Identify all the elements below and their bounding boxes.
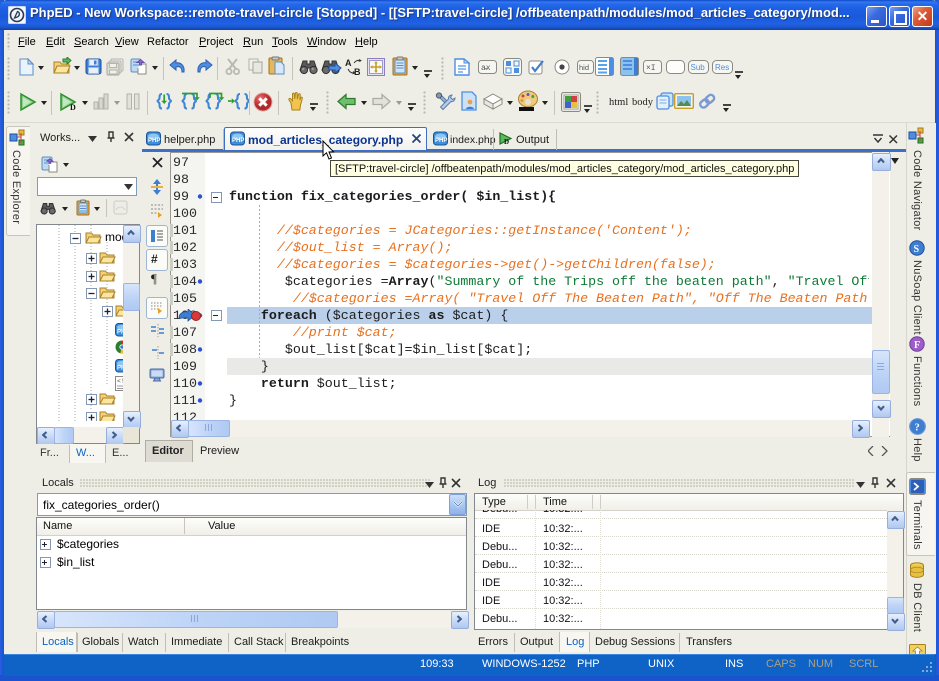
svg-text:modules: modules	[105, 230, 123, 244]
svg-text:PHP: PHP	[232, 138, 244, 144]
svg-text:Sub: Sub	[691, 63, 706, 72]
svg-text:×I: ×I	[646, 64, 656, 73]
svg-text:hid: hid	[579, 63, 589, 72]
svg-text:Res: Res	[715, 63, 729, 72]
svg-text:?: ?	[915, 423, 920, 434]
svg-text:F: F	[914, 340, 920, 351]
svg-text:S: S	[914, 244, 920, 255]
svg-text:D: D	[70, 103, 76, 112]
svg-text:a̴x: a̴x	[481, 64, 491, 73]
svg-text:PHP: PHP	[148, 138, 160, 144]
svg-text:D: D	[504, 138, 509, 146]
svg-text:A: A	[345, 58, 352, 68]
svg-text:B: B	[354, 67, 361, 77]
svg-text:PHP: PHP	[435, 138, 447, 144]
